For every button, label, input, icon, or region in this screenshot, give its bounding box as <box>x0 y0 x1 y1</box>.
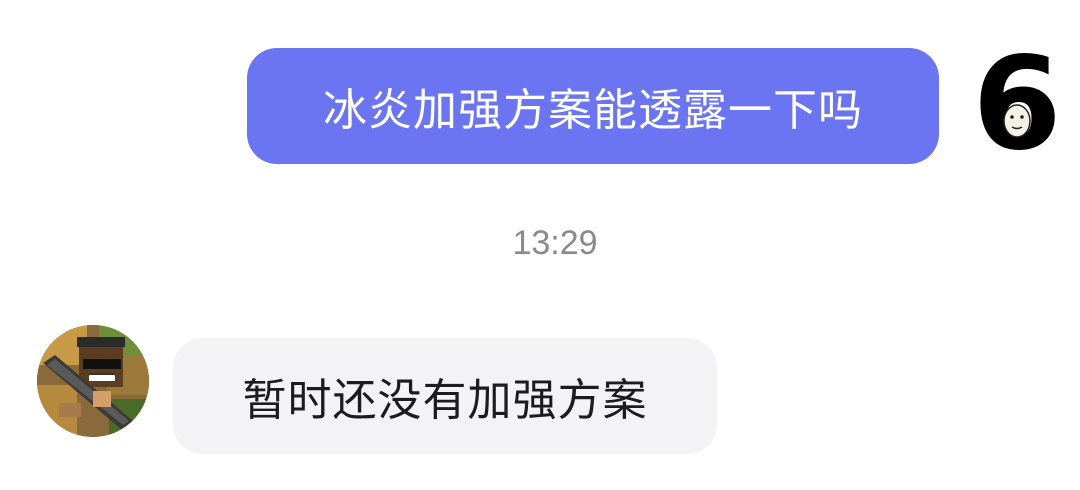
incoming-message-bubble[interactable]: 暂时还没有加强方案 <box>173 338 717 454</box>
outgoing-message-bubble[interactable]: 冰炎加强方案能透露一下吗 <box>247 48 939 164</box>
self-avatar[interactable]: 6 <box>962 30 1072 179</box>
number-six-face-icon: 6 <box>972 30 1061 179</box>
message-timestamp: 13:29 <box>512 224 598 262</box>
incoming-message-text: 暂时还没有加强方案 <box>242 375 648 426</box>
contact-avatar[interactable] <box>37 325 149 437</box>
avatar-glyph: 6 <box>972 36 1061 166</box>
outgoing-message-text: 冰炎加强方案能透露一下吗 <box>323 85 863 136</box>
chat-view: 冰炎加强方案能透露一下吗 6 13:29 暂时还没有加强方案 <box>0 0 1080 490</box>
pixel-soldier-avatar-icon <box>37 325 149 437</box>
